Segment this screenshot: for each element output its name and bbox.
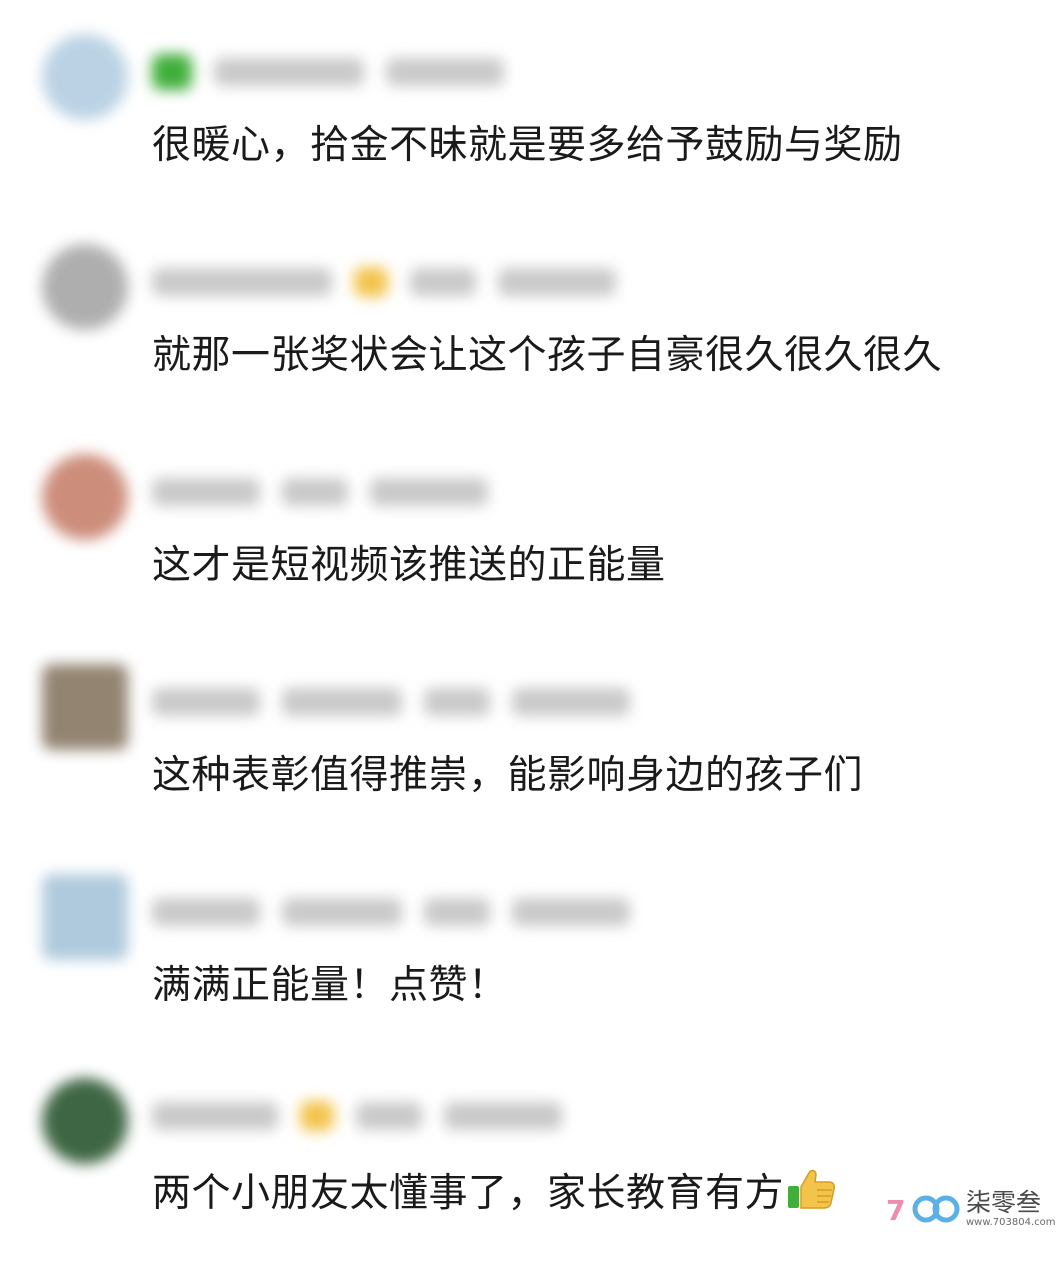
comment-text: 两个小朋友太懂事了，家长教育有方 <box>152 1160 838 1230</box>
watermark-url: www.703804.com <box>966 1217 1056 1228</box>
avatar[interactable] <box>42 1078 128 1164</box>
comment-meta-blurred <box>152 1096 562 1136</box>
comment-text: 这种表彰值得推崇，能影响身边的孩子们 <box>152 753 864 798</box>
comment-item: 两个小朋友太懂事了，家长教育有方 <box>0 1078 1060 1278</box>
avatar[interactable] <box>42 874 128 960</box>
avatar[interactable] <box>42 244 128 330</box>
comment-meta-blurred <box>152 682 630 722</box>
comment-text: 这才是短视频该推送的正能量 <box>152 543 666 588</box>
comment-text-content: 两个小朋友太懂事了，家长教育有方 <box>152 1171 785 1216</box>
watermark-brand: 柒零叁 <box>966 1188 1042 1217</box>
comment-item: 就那一张奖状会让这个孩子自豪很久很久很久 <box>0 244 1060 444</box>
avatar[interactable] <box>42 664 128 750</box>
comment-meta-blurred <box>152 472 488 512</box>
comment-text: 满满正能量！点赞！ <box>152 963 508 1008</box>
watermark-logo-digit-7: 7 <box>886 1194 905 1226</box>
comment-meta-blurred <box>152 262 616 302</box>
comment-meta-blurred <box>152 52 504 92</box>
watermark-logo-icon: 7 <box>886 1192 960 1227</box>
comment-text: 很暖心，拾金不昧就是要多给予鼓励与奖励 <box>152 123 903 168</box>
comment-item: 这才是短视频该推送的正能量 <box>0 454 1060 654</box>
comment-item: 很暖心，拾金不昧就是要多给予鼓励与奖励 <box>0 34 1060 234</box>
comment-meta-blurred <box>152 892 630 932</box>
avatar[interactable] <box>42 34 128 120</box>
comment-item: 满满正能量！点赞！ <box>0 874 1060 1074</box>
thumbs-up-icon <box>786 1160 838 1230</box>
comment-item: 这种表彰值得推崇，能影响身边的孩子们 <box>0 664 1060 864</box>
gold-badge-icon <box>300 1101 334 1131</box>
green-badge-icon <box>152 54 192 90</box>
avatar[interactable] <box>42 454 128 540</box>
comment-text: 就那一张奖状会让这个孩子自豪很久很久很久 <box>152 333 943 378</box>
watermark: 7 柒零叁 www.703804.com <box>886 1190 1056 1228</box>
gold-badge-icon <box>354 267 388 297</box>
